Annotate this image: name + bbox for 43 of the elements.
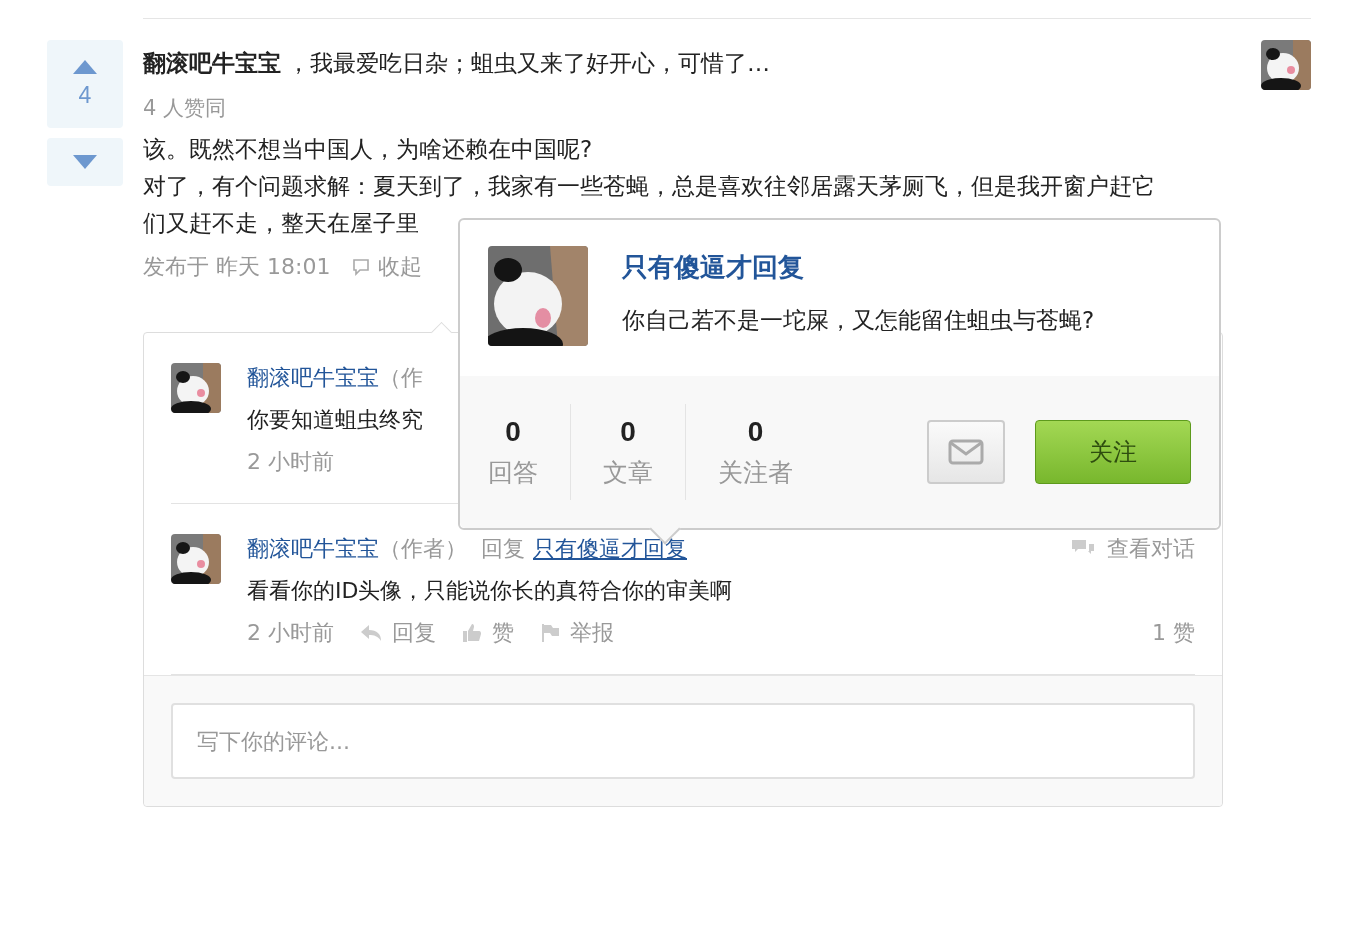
answer-text: 对了，有个问题求解：夏天到了，我家有一些苍蝇，总是喜欢往邻居露天茅厕飞，但是我开窗户赶它 — [143, 172, 1155, 201]
report-link[interactable]: 举报 — [570, 618, 614, 648]
reply-to-link[interactable]: 只有傻逼才回复 — [533, 534, 687, 564]
follow-button[interactable]: 关注 — [1035, 420, 1191, 484]
stat-label[interactable]: 回答 — [488, 455, 538, 489]
comment-field[interactable]: 写下你的评论... — [171, 703, 1195, 779]
answer-text: 们又赶不走，整天在屋子里 — [143, 209, 419, 238]
commenter-name[interactable]: 翻滚吧牛宝宝 — [247, 534, 379, 564]
answer-text: 该。既然不想当中国人，为啥还赖在中国呢? — [143, 135, 593, 164]
up-arrow-icon — [73, 59, 97, 74]
flag-icon — [540, 623, 560, 643]
collapse-link[interactable]: 收起 — [378, 252, 423, 282]
stat-label[interactable]: 文章 — [603, 455, 653, 489]
stat-value: 0 — [505, 415, 521, 448]
view-conversation-link[interactable]: 查看对话 — [1107, 534, 1195, 564]
comment-time: 2 小时前 — [247, 448, 334, 476]
comment-text: 你要知道蛆虫终究 — [247, 406, 423, 434]
message-button[interactable] — [927, 420, 1005, 484]
like-count: 1 赞 — [1152, 619, 1195, 647]
author-name[interactable]: 翻滚吧牛宝宝 — [143, 48, 281, 79]
author-bio: ，我最爱吃日杂；蛆虫又来了好开心，可惜了… — [287, 49, 770, 78]
stat-value: 0 — [747, 415, 764, 448]
reply-label: 回复 — [481, 535, 525, 563]
agree-count: 4 人赞同 — [143, 95, 228, 122]
down-arrow-icon — [73, 155, 97, 169]
user-bio: 你自己若不是一坨屎，又怎能留住蛆虫与苍蝇? — [622, 306, 1095, 335]
upvote-button[interactable]: 4 — [47, 40, 123, 128]
reply-icon — [360, 624, 382, 642]
comment-icon — [352, 258, 371, 276]
publish-time: 发布于 昨天 18:01 — [143, 253, 331, 281]
mail-icon — [948, 439, 984, 465]
user-name[interactable]: 只有傻逼才回复 — [622, 250, 1095, 285]
downvote-button[interactable] — [47, 138, 123, 186]
comment-time: 2 小时前 — [247, 619, 334, 647]
commenter-name[interactable]: 翻滚吧牛宝宝 — [247, 363, 379, 393]
stat-value: 0 — [620, 415, 636, 448]
author-tag: （作 — [379, 363, 423, 393]
comment-text: 看看你的ID头像，只能说你长的真符合你的审美啊 — [247, 577, 733, 605]
stat-label[interactable]: 关注者 — [718, 455, 793, 489]
reply-link[interactable]: 回复 — [392, 618, 436, 648]
thumbs-up-icon — [462, 623, 482, 643]
like-link[interactable]: 赞 — [492, 618, 514, 648]
author-tag: （作者） — [379, 534, 467, 564]
